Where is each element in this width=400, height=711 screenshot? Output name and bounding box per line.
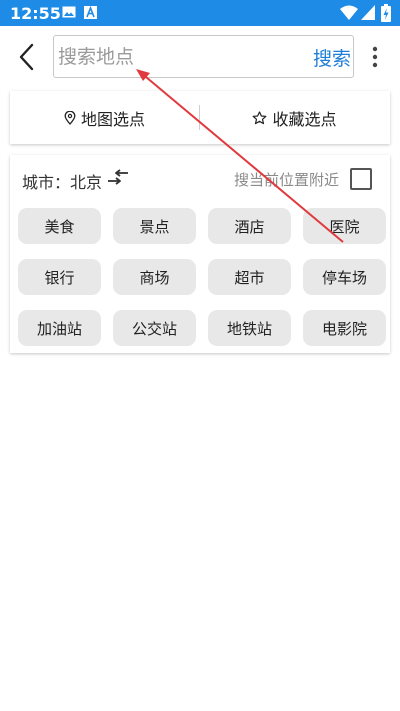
star-outline-icon <box>253 110 267 124</box>
favorites-pick-button[interactable]: 收藏选点 <box>200 91 389 144</box>
search-box: 搜索 <box>53 35 354 78</box>
back-button[interactable] <box>14 42 42 72</box>
category-malls[interactable]: 商场 <box>113 259 196 295</box>
category-supermarkets[interactable]: 超市 <box>208 259 291 295</box>
search-input[interactable] <box>58 36 298 77</box>
search-button[interactable]: 搜索 <box>313 44 351 71</box>
category-attractions[interactable]: 景点 <box>113 208 196 244</box>
a-icon <box>84 6 97 19</box>
category-bus-stops[interactable]: 公交站 <box>113 310 196 346</box>
status-time: 12:55 <box>10 4 61 23</box>
map-pick-button[interactable]: 地图选点 <box>10 91 199 144</box>
category-food[interactable]: 美食 <box>18 208 101 244</box>
pick-mode-card: 地图选点 收藏选点 <box>10 91 390 144</box>
category-gas-stations[interactable]: 加油站 <box>18 310 101 346</box>
image-icon <box>62 6 76 18</box>
wifi-icon <box>340 5 358 20</box>
nearby-search-label: 搜当前位置附近 <box>234 171 340 189</box>
map-pick-label: 地图选点 <box>80 109 145 129</box>
city-category-card: 城市：北京 搜当前位置附近 美食 景点 酒店 医院 银行 商场 超市 停车场 加… <box>10 155 390 353</box>
category-grid: 美食 景点 酒店 医院 银行 商场 超市 停车场 加油站 公交站 地铁站 电影院 <box>18 208 386 346</box>
nearby-checkbox[interactable] <box>350 168 372 190</box>
category-banks[interactable]: 银行 <box>18 259 101 295</box>
category-hospitals[interactable]: 医院 <box>303 208 386 244</box>
more-vertical-icon[interactable] <box>370 46 380 68</box>
signal-icon <box>361 5 375 20</box>
category-subway-stations[interactable]: 地铁站 <box>208 310 291 346</box>
status-bar: 12:55 <box>0 0 400 26</box>
category-hotels[interactable]: 酒店 <box>208 208 291 244</box>
favorites-pick-label: 收藏选点 <box>272 109 337 129</box>
swap-icon[interactable] <box>106 169 130 189</box>
top-bar: 搜索 <box>0 26 400 88</box>
category-parking[interactable]: 停车场 <box>303 259 386 295</box>
category-cinemas[interactable]: 电影院 <box>303 310 386 346</box>
battery-charging-icon <box>381 4 391 22</box>
city-label: 城市：北京 <box>22 173 103 192</box>
location-pin-icon <box>64 110 76 125</box>
